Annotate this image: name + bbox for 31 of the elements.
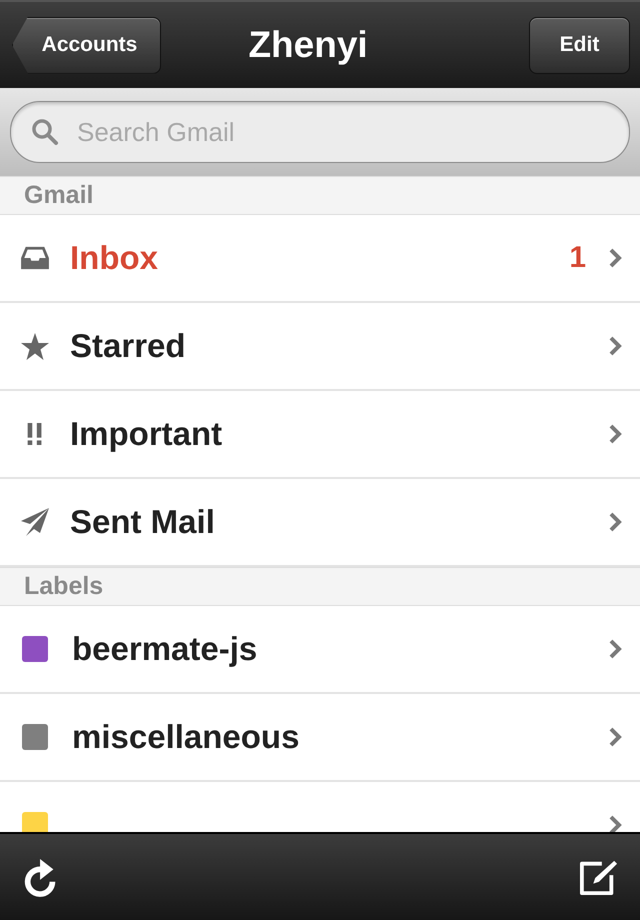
search-box[interactable]: Search Gmail	[10, 101, 630, 163]
accounts-back-button[interactable]: Accounts	[12, 16, 161, 74]
mailbox-name: Starred	[70, 327, 187, 365]
window-title: Zhenyi	[248, 24, 368, 66]
unread-count: 1	[569, 241, 586, 275]
mailbox-name: miscellaneous	[72, 718, 300, 756]
mailbox-name: Important	[70, 415, 224, 453]
paper-plane-icon	[20, 507, 50, 537]
chevron-icon	[608, 335, 622, 357]
chevron-icon	[608, 247, 622, 269]
mailbox-row[interactable]: Starred	[0, 303, 640, 391]
chevron-icon	[608, 638, 622, 660]
section-title: Gmail	[24, 181, 94, 210]
mailbox-name: Inbox	[70, 239, 159, 277]
mailbox-row[interactable]: Inbox 1	[0, 215, 640, 303]
section-title: Labels	[24, 572, 104, 601]
search-input[interactable]: Search Gmail	[75, 116, 609, 148]
mailbox-name: Sent Mail	[70, 503, 216, 541]
mailbox-row[interactable]: Important	[0, 391, 640, 479]
mailbox-row[interactable]: miscellaneous	[0, 694, 640, 782]
tray-icon	[20, 245, 50, 271]
mailbox-row[interactable]: beermate-js	[0, 606, 640, 694]
search-icon	[31, 118, 59, 146]
chevron-icon	[608, 423, 622, 445]
chevron-icon	[608, 726, 622, 748]
edit-button[interactable]: Edit	[529, 16, 630, 74]
mailbox-name: beermate-js	[72, 630, 258, 668]
star-icon	[20, 332, 50, 360]
chevron-icon	[608, 511, 622, 533]
compose-icon[interactable]	[578, 858, 620, 896]
chevron-icon	[608, 814, 622, 832]
